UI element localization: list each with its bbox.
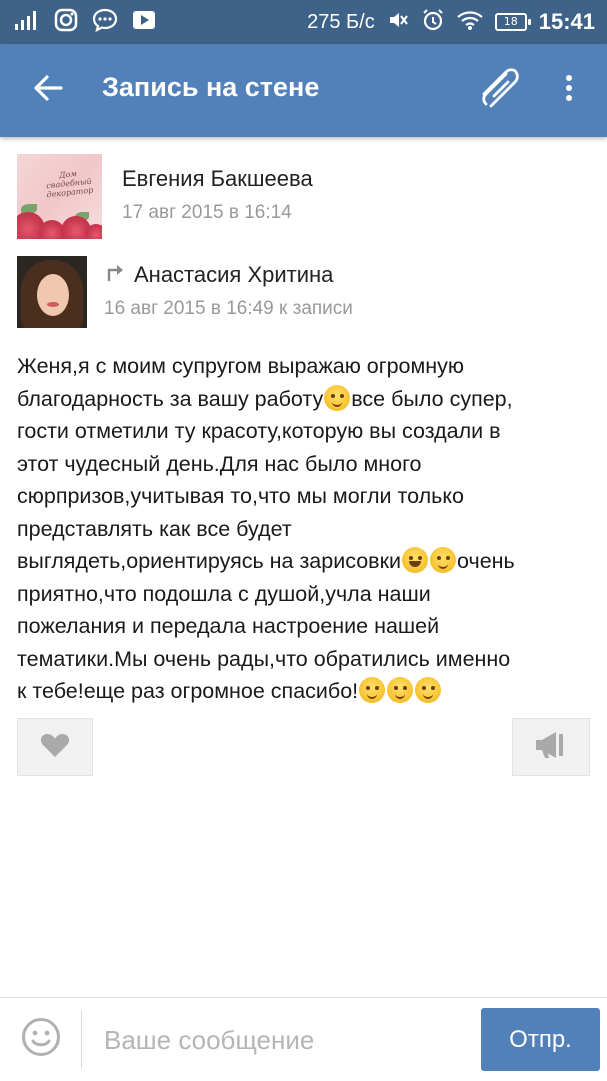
post-line-part: благодарность за вашу работу [17, 386, 324, 411]
status-bar-right: 275 Б/с 18 15:41 [307, 8, 595, 36]
heart-icon [40, 732, 70, 762]
author-name[interactable]: Евгения Бакшеева [122, 166, 313, 192]
alarm-icon [421, 8, 445, 36]
post-line-part: все было супер, [351, 386, 513, 411]
status-bar-left [14, 8, 156, 36]
post-line: выглядеть,ориентируясь на зарисовки очень [17, 545, 592, 578]
toolbar: Запись на стене [0, 44, 607, 137]
post-line-part: выглядеть,ориентируясь на зарисовки [17, 549, 402, 573]
grinning-emoji-icon [402, 547, 429, 573]
status-bar: 275 Б/с 18 15:41 [0, 0, 607, 44]
share-button[interactable] [512, 718, 590, 776]
author-date: 17 авг 2015 в 16:14 [122, 202, 292, 223]
composer-divider [81, 1010, 82, 1068]
post-text: Женя,я с моим супругом выражаю огромную … [17, 350, 592, 708]
paperclip-icon [474, 66, 524, 114]
page-title: Запись на стене [102, 72, 320, 102]
post-line: сюрпризов,учитывая то,что мы могли тольк… [17, 484, 464, 508]
message-input[interactable] [104, 1020, 464, 1060]
post-line: пожелания и передала настроение нашей [17, 614, 440, 638]
battery-icon: 18 [494, 13, 531, 31]
reply-header: Анастасия Хритина [106, 262, 333, 288]
back-arrow-icon [33, 74, 63, 106]
smiling-emoji-icon [324, 384, 351, 411]
attach-button[interactable] [472, 66, 526, 114]
avatar-logo-text: Дом свадебный декоратор [45, 169, 94, 200]
more-options-button[interactable] [552, 66, 586, 114]
post-line: приятно,что подошла с душой,учла наши [17, 581, 431, 606]
post-line: этот чудесный день.Для нас было много [17, 451, 422, 476]
megaphone-icon [534, 730, 568, 764]
avatar-lips [47, 302, 59, 307]
clock: 15:41 [538, 9, 595, 34]
signal-icon [14, 9, 40, 35]
chat-icon [92, 8, 118, 36]
reply-date[interactable]: 16 авг 2015 в 16:49 к записи [104, 298, 353, 320]
smiling-emoji-icon [387, 677, 414, 703]
post-line-part: к тебе!еще раз огромное спасибо! [17, 679, 359, 703]
reply-author-name[interactable]: Анастасия Хритина [134, 262, 333, 288]
emoji-button[interactable] [20, 1018, 62, 1060]
post-line: к тебе!еще раз огромное спасибо! [17, 675, 592, 708]
avatar-face [37, 274, 69, 316]
post-line: Женя,я с моим супругом выражаю огромную [17, 354, 465, 378]
avatar-rose [85, 224, 102, 239]
network-speed: 275 Б/с [307, 10, 375, 33]
youtube-icon [132, 9, 156, 35]
smiling-emoji-icon [415, 677, 442, 703]
smiling-emoji-icon [430, 547, 457, 573]
mute-icon [387, 9, 409, 35]
back-button[interactable] [24, 66, 72, 114]
author-avatar[interactable]: Дом свадебный декоратор [17, 154, 102, 239]
instagram-icon [54, 8, 78, 36]
like-button[interactable] [17, 718, 93, 776]
wifi-icon [457, 9, 483, 35]
smiling-emoji-icon [359, 677, 386, 703]
reply-avatar[interactable] [17, 256, 87, 328]
send-button[interactable]: Отпр. [481, 1008, 600, 1071]
post-line-part: очень [457, 549, 515, 573]
post-line: представлять как все будет [17, 516, 292, 541]
post-line: тематики.Мы очень рады,что обратились им… [17, 646, 511, 671]
post-line: гости отметили ту красоту,которую вы соз… [17, 419, 501, 443]
reply-arrow-icon [106, 263, 126, 287]
post-line: благодарность за вашу работу все было суп… [17, 383, 592, 416]
more-vertical-icon [565, 74, 573, 106]
message-composer: Отпр. [0, 997, 607, 1081]
smiley-icon [21, 1017, 61, 1061]
